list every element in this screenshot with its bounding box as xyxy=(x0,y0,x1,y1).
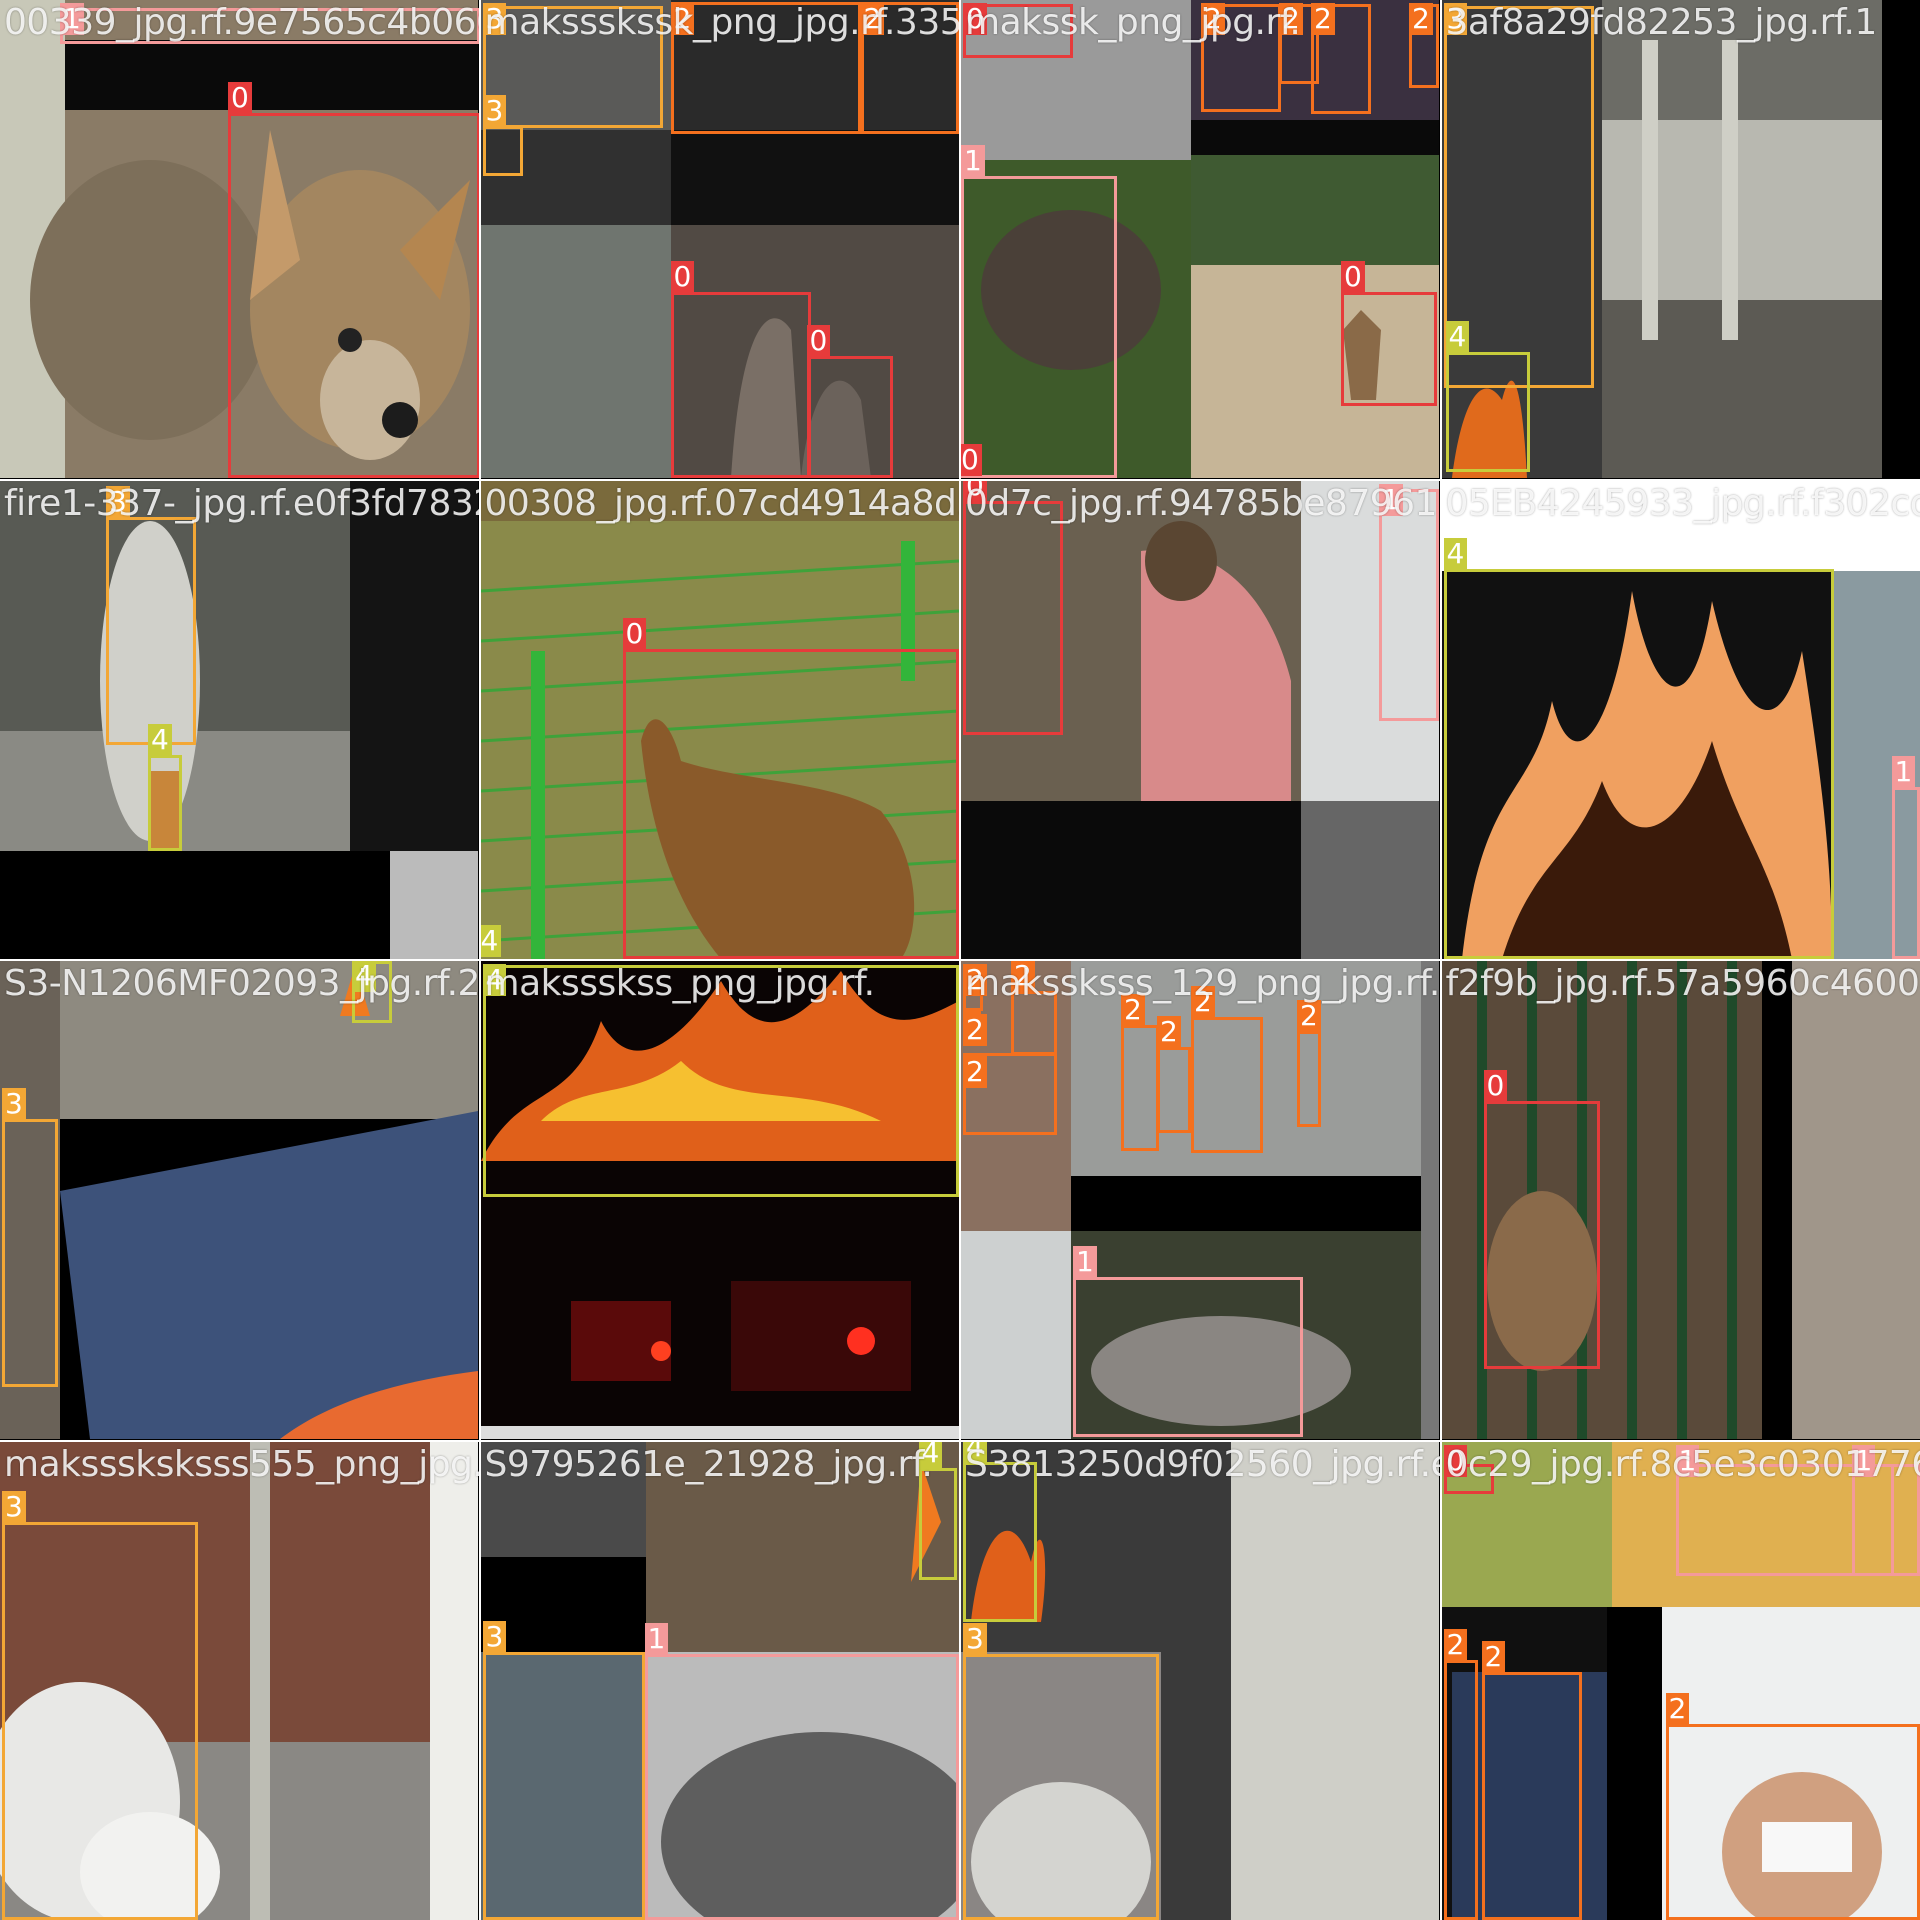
bbox-label: 3 xyxy=(2,1490,26,1523)
bbox: 4 xyxy=(1443,537,1834,959)
tile-filename: 00308_jpg.rf.07cd4914a8d5 xyxy=(484,482,960,524)
bbox-label: 1 xyxy=(1891,755,1916,788)
bbox: 2 xyxy=(1311,3,1371,114)
tile-fire-smoke-boar: S9795261e_21928_jpg.rf. 4 3 1 xyxy=(480,1441,959,1920)
tile-boar-grass-people: 0c29_jpg.rf.8c5e3c0301776 0 1 1 2 2 2 xyxy=(1441,1441,1920,1920)
bbox-label: 3 xyxy=(2,1088,26,1120)
tile-filename: maksssksksss555_png_jpg.rf. xyxy=(4,1443,479,1485)
detection-mosaic: 00339_jpg.rf.9e7565c4b060 1 0 makssskssk… xyxy=(0,0,1920,1920)
bbox: 1 xyxy=(1891,755,1920,959)
photo-ground-fire-water xyxy=(0,961,478,1439)
bbox-label: 2 xyxy=(963,1056,987,1088)
bbox: 2 xyxy=(1157,1016,1191,1133)
tile-filename: makssksss_129_png_jpg.rf. xyxy=(965,963,1440,1004)
bbox: 0 xyxy=(670,261,811,478)
tile-people-fog-deer: makssskssk_png_jpg.rf.33578 3 2 2 3 0 0 xyxy=(480,0,960,479)
bbox: 2 xyxy=(963,1053,1057,1135)
bbox-label: 1 xyxy=(961,145,985,177)
tile-filename: makssk_png_jpg.rf. xyxy=(965,2,1301,43)
tile-filename: 0d7c_jpg.rf.94785be87961 xyxy=(965,482,1437,524)
bbox: 3 xyxy=(482,95,523,176)
bbox-label: 2 xyxy=(1297,1000,1321,1032)
bbox-label: 2 xyxy=(1665,1692,1690,1725)
tile-filename: makssskssk_png_jpg.rf.33578 xyxy=(484,2,960,43)
bbox: 4 xyxy=(1445,321,1530,472)
bbox: 2 xyxy=(1191,986,1263,1153)
tile-deer-closeup: 00339_jpg.rf.9e7565c4b060 1 0 xyxy=(0,0,479,479)
bbox-label: 4 xyxy=(480,924,502,957)
bbox-label: 1 xyxy=(1073,1246,1097,1278)
tile-filename: S3-N1206MF02093_jpg.rf.2c xyxy=(4,963,479,1004)
tile-filename: 0c29_jpg.rf.8c5e3c0301776 xyxy=(1445,1443,1920,1485)
bbox-label: 4 xyxy=(1443,537,1468,570)
bbox: 0 xyxy=(806,325,893,478)
bbox: 2 xyxy=(1121,994,1159,1151)
bbox: 0 xyxy=(622,617,959,959)
tile-filename: 05EB4245933_jpg.rf.f302cd1 xyxy=(1445,482,1920,524)
bbox: 1 xyxy=(961,145,1117,478)
bbox: 2 xyxy=(1665,1692,1920,1920)
tile-person-boar: 0d7c_jpg.rf.94785be87961 0 1 xyxy=(961,480,1440,959)
tile-filename: fire1-337-_jpg.rf.e0f3fd7832 xyxy=(4,482,479,524)
tile-crowd-boar-deer: makssk_png_jpg.rf. 0 2 2 2 2 1 0 0 xyxy=(961,0,1440,479)
tile-deer-behind-fence: f2f9b_jpg.rf.57a5960c46004a 0 xyxy=(1441,961,1920,1440)
bbox-label: 0 xyxy=(1341,261,1365,293)
bbox: 2 xyxy=(1443,1628,1478,1920)
bbox-label: 2 xyxy=(1157,1016,1181,1048)
bbox: 2 xyxy=(963,1011,987,1046)
bbox-label: 0 xyxy=(1483,1070,1508,1102)
bbox-label: 2 xyxy=(1481,1640,1506,1673)
bbox: 2 xyxy=(1481,1640,1582,1920)
bbox: 0 xyxy=(1341,261,1437,406)
tile-filename: 00339_jpg.rf.9e7565c4b060 xyxy=(4,2,479,43)
tile-filename: S3813250d9f02560_jpg.rf.e4 xyxy=(965,1443,1440,1485)
bbox-label: 3 xyxy=(482,95,507,127)
bbox-label: 4 xyxy=(148,723,172,756)
bbox: 3 xyxy=(2,1490,198,1920)
bbox: 0 xyxy=(1483,1070,1600,1369)
bbox-label: 2 xyxy=(963,1014,987,1046)
tile-night-fire: makssskss_png_jpg.rf. 4 xyxy=(480,961,959,1440)
tile-large-flames: 05EB4245933_jpg.rf.f302cd1 4 1 xyxy=(1441,480,1920,959)
bbox-label: 0 xyxy=(622,617,647,650)
tile-filename: f2f9b_jpg.rf.57a5960c46004a xyxy=(1445,963,1920,1004)
bbox-label: 1 xyxy=(644,1622,669,1655)
tile-people-masks-boar: makssksss_129_png_jpg.rf. 2 2 2 2 2 2 2 … xyxy=(961,961,1440,1440)
bbox: 0 xyxy=(228,82,479,478)
bbox: 3 xyxy=(106,485,196,745)
bbox-label: 3 xyxy=(963,1622,987,1655)
bbox-label: 2 xyxy=(1409,3,1433,35)
bbox-label: 3 xyxy=(482,1620,507,1653)
bbox-label: 0 xyxy=(961,444,982,476)
tile-smoke-fire-wall: 3af8a29fd82253_jpg.rf.1 3 4 xyxy=(1441,0,1920,479)
bbox-label: 2 xyxy=(1311,3,1335,35)
bbox-label: 0 xyxy=(228,82,252,114)
bbox: 3 xyxy=(2,1088,58,1387)
photo-smoke-column xyxy=(0,480,478,959)
tile-fire-smoke-wall: S3813250d9f02560_jpg.rf.e4 4 3 xyxy=(961,1441,1440,1920)
bbox: 1 xyxy=(1073,1246,1303,1437)
bbox: 4 xyxy=(148,723,182,851)
tile-smoke-brick-wall: maksssksksss555_png_jpg.rf. 3 xyxy=(0,1441,479,1920)
bbox-label: 0 xyxy=(670,261,695,293)
bbox-label: 0 xyxy=(806,325,831,357)
bbox-label: 4 xyxy=(1445,321,1470,353)
tile-filename: S9795261e_21928_jpg.rf. xyxy=(484,1443,933,1485)
bbox: 2 xyxy=(1409,3,1439,88)
bbox: 3 xyxy=(963,1622,1159,1920)
bbox: 3 xyxy=(482,1620,645,1920)
tile-ground-fire-water: S3-N1206MF02093_jpg.rf.2c 4 3 xyxy=(0,961,479,1440)
tile-filename: makssskss_png_jpg.rf. xyxy=(484,963,876,1004)
tile-deer-fence: 00308_jpg.rf.07cd4914a8d5 0 4 xyxy=(480,480,960,959)
tile-filename: 3af8a29fd82253_jpg.rf.1 xyxy=(1445,2,1878,43)
bbox: 1 xyxy=(644,1622,959,1920)
bbox: 0 xyxy=(963,480,1063,735)
tile-smoke-column: fire1-337-_jpg.rf.e0f3fd7832 3 4 xyxy=(0,480,479,959)
bbox: 4 xyxy=(963,1441,1037,1622)
bbox-label: 2 xyxy=(1443,1628,1468,1661)
bbox: 2 xyxy=(1297,1000,1321,1127)
